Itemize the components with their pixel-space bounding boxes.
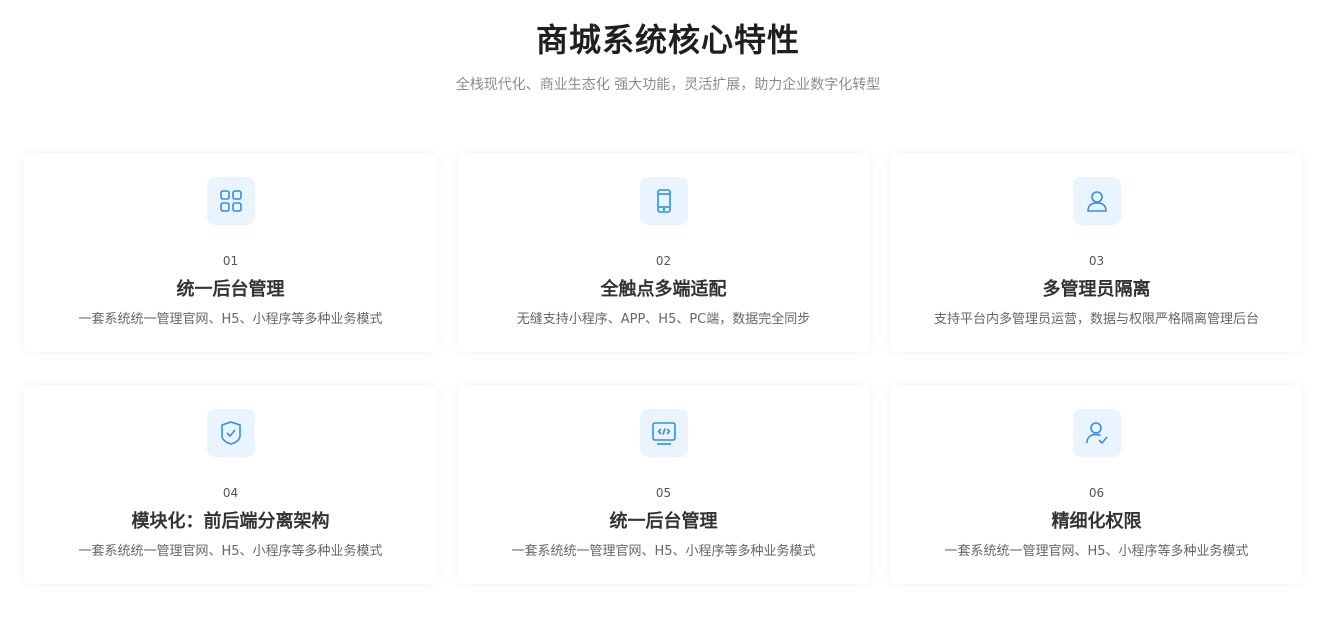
feature-title: 模块化：前后端分离架构 — [131, 511, 330, 532]
feature-card-3[interactable]: 03 多管理员隔离 支持平台内多管理员运营，数据与权限严格隔离管理后台 — [890, 153, 1303, 352]
feature-number: 01 — [222, 254, 239, 268]
feature-card-4[interactable]: 04 模块化：前后端分离架构 一套系统统一管理官网、H5、小程序等多种业务模式 — [24, 385, 437, 584]
feature-description: 一套系统统一管理官网、H5、小程序等多种业务模式 — [78, 312, 383, 327]
feature-number: 02 — [655, 254, 672, 268]
feature-title: 多管理员隔离 — [1042, 279, 1151, 300]
shield-check-icon — [206, 409, 255, 457]
feature-title: 统一后台管理 — [609, 511, 718, 532]
feature-card-5[interactable]: 05 统一后台管理 一套系统统一管理官网、H5、小程序等多种业务模式 — [457, 385, 870, 584]
feature-title: 全触点多端适配 — [600, 279, 727, 300]
feature-description: 无缝支持小程序、APP、H5、PC端，数据完全同步 — [516, 312, 811, 327]
user-icon — [1072, 177, 1121, 225]
grid-icon — [206, 177, 255, 225]
feature-number: 03 — [1088, 254, 1105, 268]
feature-number: 06 — [1088, 486, 1105, 500]
phone-icon — [639, 177, 688, 225]
feature-title: 精细化权限 — [1051, 511, 1142, 532]
feature-card-6[interactable]: 06 精细化权限 一套系统统一管理官网、H5、小程序等多种业务模式 — [890, 385, 1303, 584]
page-subtitle: 全栈现代化、商业生态化 强大功能，灵活扩展，助力企业数字化转型 — [455, 77, 881, 93]
features-section: 商城系统核心特性 全栈现代化、商业生态化 强大功能，灵活扩展，助力企业数字化转型… — [0, 0, 1336, 617]
feature-number: 04 — [222, 486, 239, 500]
feature-card-2[interactable]: 02 全触点多端适配 无缝支持小程序、APP、H5、PC端，数据完全同步 — [457, 153, 870, 352]
code-monitor-icon — [639, 409, 688, 457]
feature-description: 一套系统统一管理官网、H5、小程序等多种业务模式 — [944, 544, 1249, 559]
feature-description: 一套系统统一管理官网、H5、小程序等多种业务模式 — [78, 544, 383, 559]
user-check-icon — [1072, 409, 1121, 457]
feature-card-1[interactable]: 01 统一后台管理 一套系统统一管理官网、H5、小程序等多种业务模式 — [24, 153, 437, 352]
feature-number: 05 — [655, 486, 672, 500]
feature-grid: 01 统一后台管理 一套系统统一管理官网、H5、小程序等多种业务模式 02 全触… — [24, 153, 1304, 584]
feature-description: 一套系统统一管理官网、H5、小程序等多种业务模式 — [511, 544, 816, 559]
feature-description: 支持平台内多管理员运营，数据与权限严格隔离管理后台 — [933, 312, 1259, 327]
page-title: 商城系统核心特性 — [535, 21, 800, 59]
feature-title: 统一后台管理 — [176, 279, 285, 300]
